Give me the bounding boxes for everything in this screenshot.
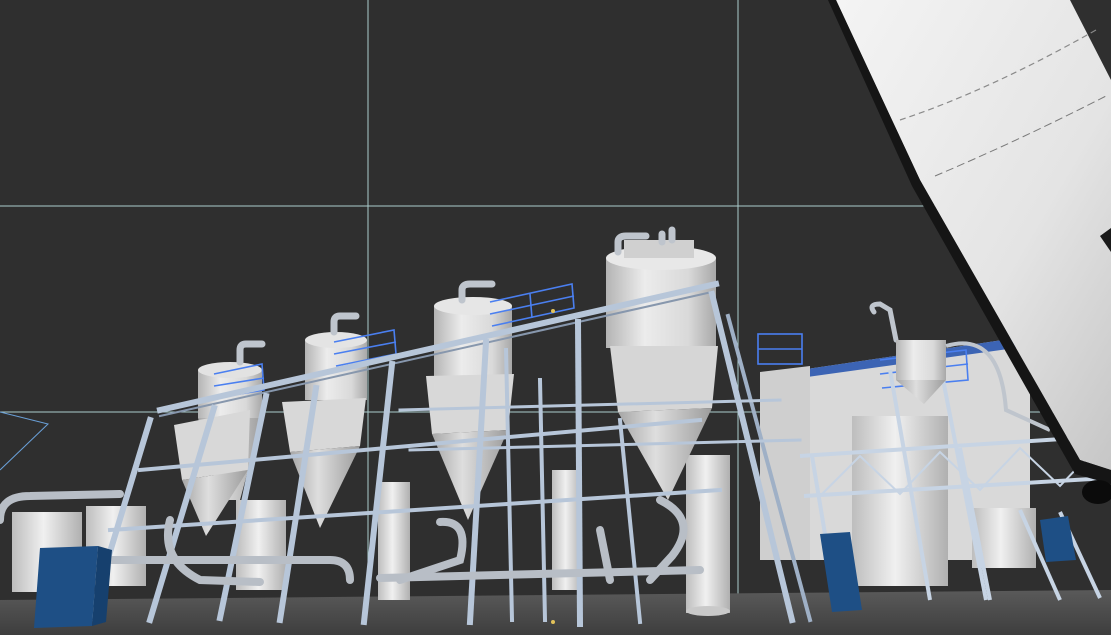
marker-dot (551, 309, 555, 313)
evaporator-2 (282, 332, 367, 528)
tank (686, 455, 730, 613)
control-panel (1040, 516, 1076, 562)
3d-viewport[interactable] (0, 0, 1111, 635)
tank (852, 416, 948, 586)
ground-plane (0, 590, 1111, 635)
control-panel (34, 546, 98, 628)
marker-dot (551, 620, 555, 624)
wireframe-outline (0, 411, 49, 471)
plant-scene[interactable] (0, 0, 1111, 635)
